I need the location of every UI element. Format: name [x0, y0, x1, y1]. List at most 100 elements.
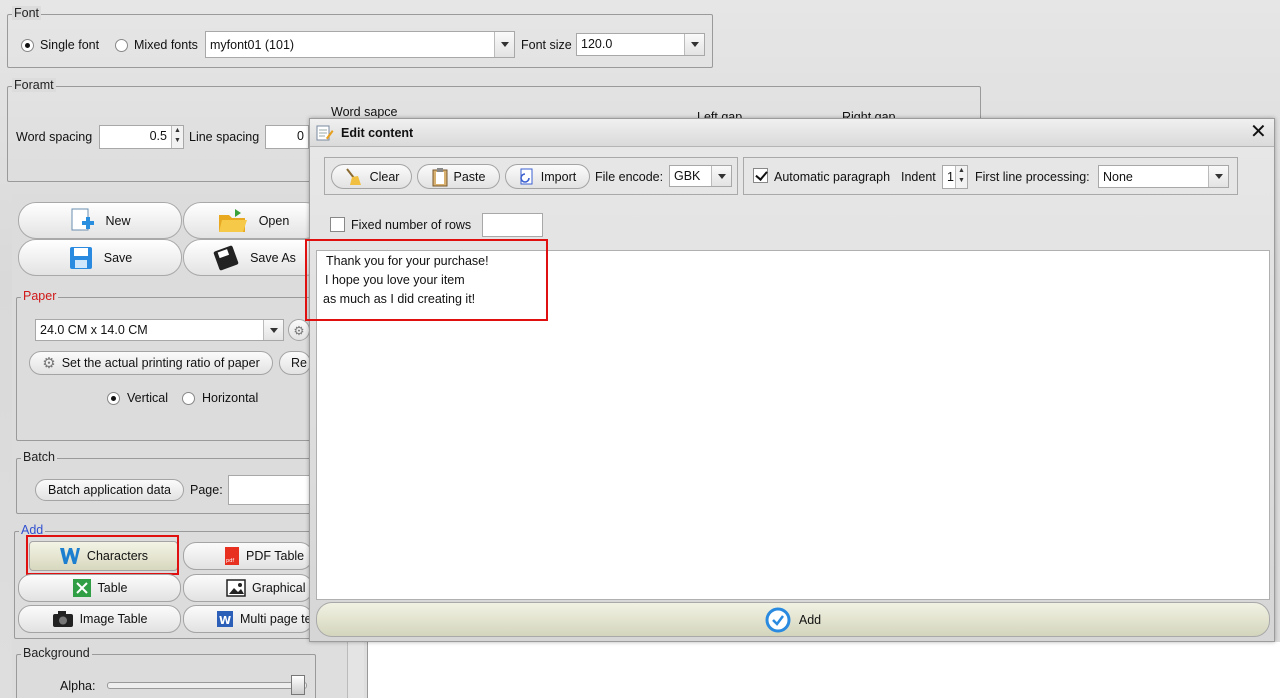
gear-icon: ⚙ — [293, 323, 305, 338]
chevron-down-icon[interactable] — [494, 32, 514, 57]
pdf-table-button[interactable]: pdf PDF Table — [183, 542, 313, 570]
file-encode-label: File encode: — [595, 170, 664, 184]
paste-button[interactable]: Paste — [417, 164, 500, 189]
format-group-title: Foramt — [12, 78, 56, 92]
font-size-label: Font size — [521, 38, 572, 52]
excel-icon — [72, 579, 91, 597]
table-label: Table — [97, 581, 128, 595]
page-label: Page: — [190, 483, 223, 497]
font-name-select[interactable]: myfont01 (101) — [205, 31, 515, 58]
batch-apply-button[interactable]: Batch application data — [35, 479, 184, 501]
save-as-button[interactable]: Save As — [183, 239, 323, 276]
canvas-area[interactable] — [367, 642, 1280, 698]
fixed-rows-label[interactable]: Fixed number of rows — [351, 218, 471, 232]
close-icon[interactable]: ✕ — [1250, 122, 1267, 142]
auto-paragraph-label[interactable]: Automatic paragraph — [774, 170, 890, 184]
word-doc-icon: W — [217, 611, 233, 627]
clear-label: Clear — [369, 169, 400, 184]
chevron-down-icon[interactable] — [1208, 166, 1228, 187]
check-circle-icon — [765, 607, 791, 632]
spinner-icon[interactable]: ▲ ▼ — [171, 126, 183, 148]
mixed-fonts-label[interactable]: Mixed fonts — [134, 38, 198, 52]
word-spacing-input[interactable]: 0.5 ▲ ▼ — [99, 125, 184, 149]
import-button[interactable]: Import — [505, 164, 590, 189]
add-button[interactable]: Add — [316, 602, 1270, 637]
left-panel-scrollbar[interactable] — [347, 642, 364, 698]
clear-button[interactable]: Clear — [331, 164, 412, 189]
picture-icon — [226, 579, 246, 597]
paper-size-value: 24.0 CM x 14.0 CM — [40, 323, 148, 337]
save-as-icon — [213, 245, 239, 270]
import-label: Import — [540, 169, 577, 184]
fixed-rows-checkbox[interactable] — [330, 217, 345, 233]
open-button[interactable]: Open — [183, 202, 323, 239]
dialog-title: Edit content — [341, 126, 414, 140]
edit-document-icon — [316, 125, 334, 141]
gear-icon: ⚙ — [42, 355, 56, 372]
single-font-label[interactable]: Single font — [40, 38, 99, 52]
fixed-rows-input[interactable] — [482, 213, 543, 237]
set-ratio-label: Set the actual printing ratio of paper — [61, 356, 260, 370]
new-label: New — [105, 213, 131, 228]
line-spacing-label: Line spacing — [189, 130, 260, 144]
pdf-icon: pdf — [225, 547, 239, 565]
camera-icon — [52, 611, 73, 627]
content-highlight — [305, 239, 548, 321]
broom-icon — [345, 167, 361, 185]
reset-button[interactable]: Re — [279, 351, 311, 375]
clipboard-icon — [432, 167, 448, 186]
indent-label: Indent — [901, 170, 936, 184]
save-label: Save — [103, 250, 133, 265]
mixed-fonts-radio[interactable] — [115, 38, 128, 53]
horizontal-radio[interactable] — [182, 391, 195, 406]
alpha-slider-track[interactable] — [107, 682, 307, 689]
import-icon — [519, 168, 533, 184]
dialog-titlebar — [310, 119, 1274, 147]
first-line-select[interactable]: None — [1098, 165, 1229, 188]
horizontal-label[interactable]: Horizontal — [202, 391, 258, 405]
save-as-label: Save As — [250, 250, 296, 265]
vertical-radio[interactable] — [107, 391, 120, 406]
line-spacing-input[interactable]: 0 — [265, 125, 309, 149]
paper-group-title: Paper — [21, 289, 59, 303]
vertical-label[interactable]: Vertical — [127, 391, 168, 405]
paper-size-select[interactable]: 24.0 CM x 14.0 CM — [35, 319, 284, 341]
image-table-button[interactable]: Image Table — [18, 605, 181, 633]
add-button-label: Add — [798, 612, 822, 627]
font-group-title: Font — [12, 6, 42, 20]
reset-label: Re — [291, 356, 307, 370]
multi-page-label: Multi page te — [240, 612, 312, 626]
spinner-icon[interactable]: ▲ ▼ — [955, 166, 967, 188]
svg-text:pdf: pdf — [226, 558, 234, 564]
chevron-down-icon[interactable] — [684, 34, 704, 55]
table-button[interactable]: Table — [18, 574, 181, 602]
single-font-radio[interactable] — [21, 38, 34, 53]
chevron-down-icon[interactable] — [263, 320, 283, 340]
page-input[interactable] — [228, 475, 310, 505]
file-encode-value: GBK — [674, 169, 701, 183]
new-button[interactable]: New — [18, 202, 182, 239]
alpha-slider-thumb[interactable] — [291, 675, 305, 695]
left-gap-label: Left gap — [697, 110, 743, 118]
word-space-title: Word sapce — [331, 105, 398, 119]
batch-apply-label: Batch application data — [47, 483, 171, 497]
indent-input[interactable]: 1 ▲ ▼ — [942, 165, 968, 189]
font-name-value: myfont01 (101) — [210, 38, 295, 52]
image-table-label: Image Table — [79, 612, 148, 626]
auto-paragraph-checkbox[interactable] — [753, 168, 768, 184]
line-spacing-value: 0 — [297, 129, 304, 143]
save-icon — [69, 246, 92, 269]
font-size-select[interactable]: 120.0 — [576, 33, 705, 56]
set-ratio-button[interactable]: ⚙ Set the actual printing ratio of paper — [29, 351, 273, 375]
multi-page-button[interactable]: W Multi page te — [183, 605, 313, 633]
open-folder-icon — [218, 208, 247, 232]
graphical-button[interactable]: Graphical — [183, 574, 313, 602]
paper-settings-button[interactable]: ⚙ — [288, 319, 310, 341]
file-encode-select[interactable]: GBK — [669, 165, 732, 187]
alpha-label: Alpha: — [60, 679, 96, 693]
word-spacing-label: Word spacing — [16, 130, 93, 144]
background-group-title: Background — [21, 646, 92, 660]
save-button[interactable]: Save — [18, 239, 182, 276]
chevron-down-icon[interactable] — [711, 166, 731, 186]
font-size-value: 120.0 — [581, 37, 613, 51]
